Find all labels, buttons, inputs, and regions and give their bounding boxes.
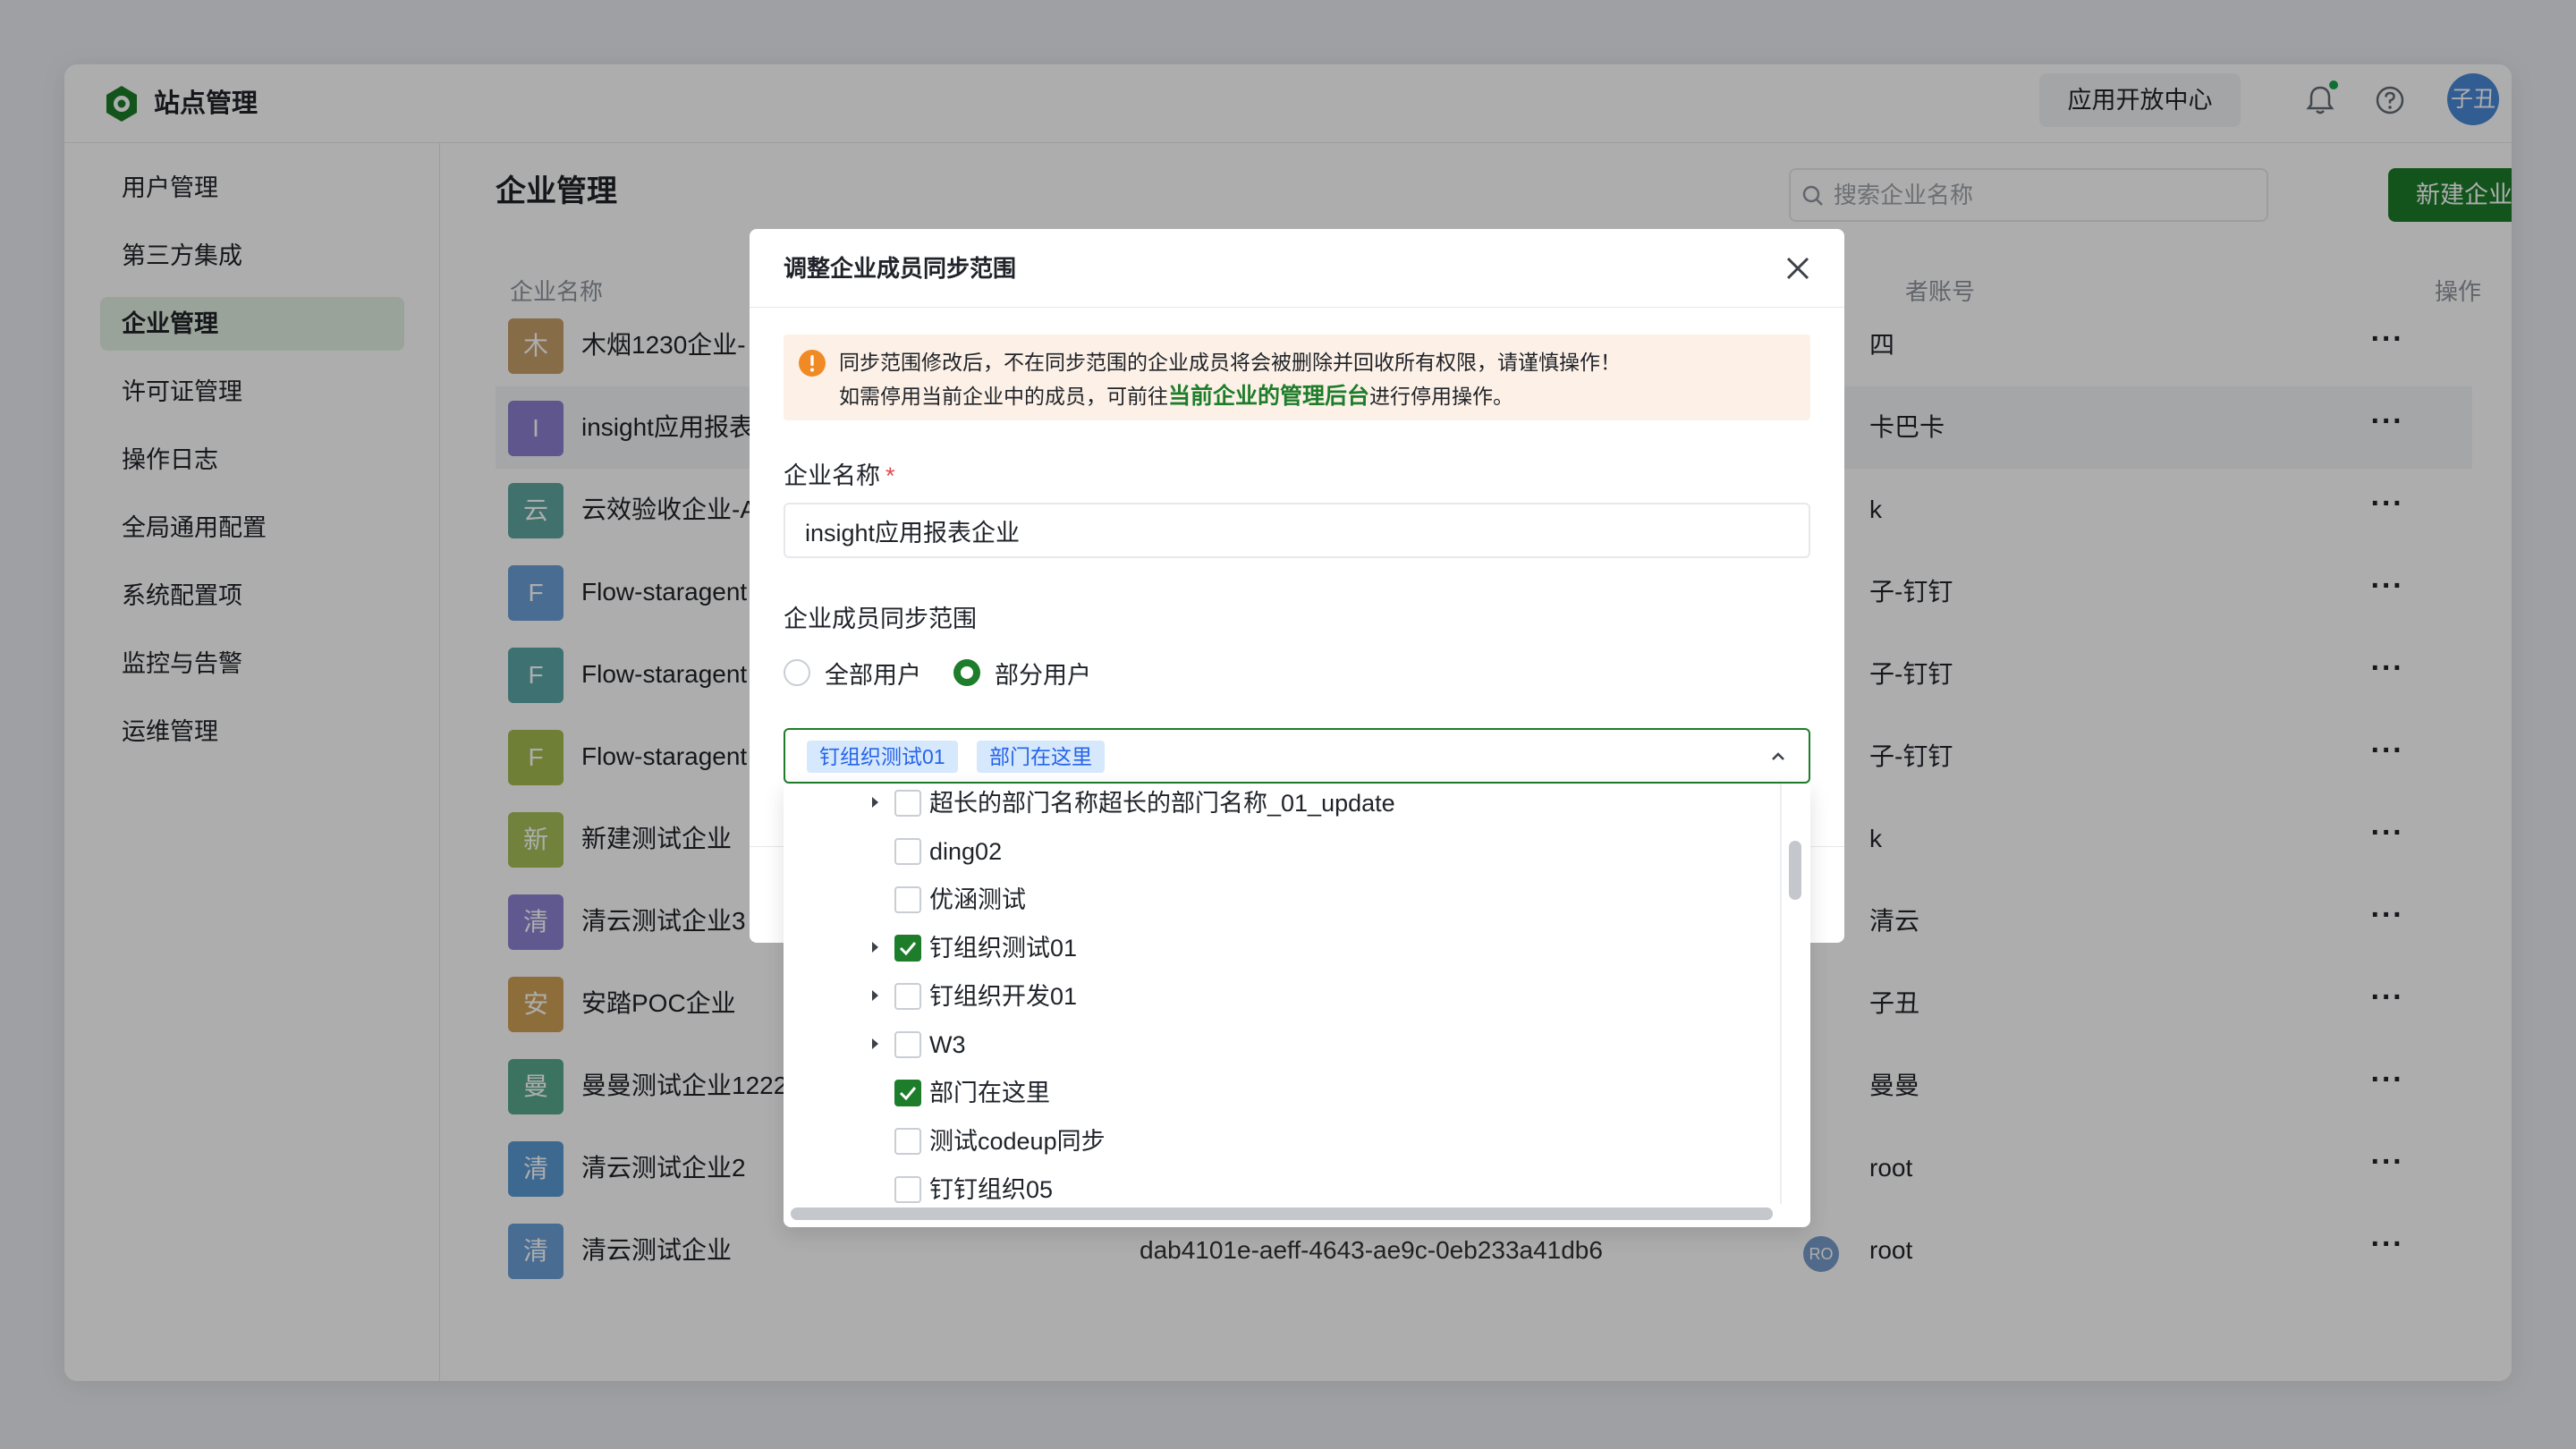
- tree-checkbox[interactable]: [894, 1176, 921, 1203]
- department-tree-dropdown: 超长的部门名称超长的部门名称_01_update ding02 优涵测试 钉组织…: [784, 784, 1810, 1227]
- chevron-up-icon[interactable]: [1767, 746, 1789, 767]
- tree-node-label: 优涵测试: [929, 886, 1026, 913]
- radio-circle[interactable]: [784, 659, 810, 686]
- alert-hint-prefix: 如需停用当前企业中的成员，可前往: [839, 385, 1168, 408]
- check-icon: [899, 1087, 917, 1101]
- sync-scope-label: 企业成员同步范围: [784, 606, 977, 632]
- tree-checkbox-checked[interactable]: [894, 935, 921, 962]
- radio-all-users[interactable]: 全部用户: [784, 655, 921, 691]
- admin-console-link[interactable]: 当前企业的管理后台: [1168, 384, 1369, 409]
- tree-node-label: ding02: [929, 838, 1003, 865]
- radio-label: 全部用户: [825, 661, 921, 689]
- tree-node-label: 钉组织开发01: [929, 983, 1078, 1010]
- vertical-scrollbar[interactable]: [1789, 841, 1801, 900]
- tree-node[interactable]: ding02: [784, 827, 1785, 876]
- selected-tag[interactable]: 钉组织测试01: [807, 741, 958, 773]
- alert-hint-suffix: 进行停用操作。: [1369, 385, 1514, 408]
- modal-title: 调整企业成员同步范围: [784, 255, 1017, 282]
- tree-node[interactable]: 部门在这里: [784, 1069, 1785, 1117]
- tree-node[interactable]: W3: [784, 1021, 1785, 1069]
- horizontal-scrollbar[interactable]: [791, 1208, 1773, 1220]
- modal-header: 调整企业成员同步范围: [750, 229, 1844, 308]
- selected-tag[interactable]: 部门在这里: [977, 741, 1105, 773]
- tree-checkbox[interactable]: [894, 790, 921, 817]
- alert-message: 同步范围修改后，不在同步范围的企业成员将会被删除并回收所有权限，请谨慎操作！: [839, 351, 1621, 374]
- tree-node[interactable]: 测试codeup同步: [784, 1117, 1785, 1165]
- enterprise-name-label: 企业名称 *: [784, 458, 895, 494]
- tree-node-label: 测试codeup同步: [929, 1128, 1106, 1155]
- warning-icon: [799, 350, 826, 377]
- tree-checkbox[interactable]: [894, 1128, 921, 1155]
- radio-label: 部分用户: [995, 661, 1091, 689]
- tree-checkbox[interactable]: [894, 1031, 921, 1058]
- department-select[interactable]: 钉组织测试01 部门在这里: [784, 728, 1810, 784]
- caret-right-icon[interactable]: [866, 987, 884, 1004]
- vertical-scrollbar-track: [1780, 784, 1782, 1204]
- tree-node[interactable]: 优涵测试: [784, 876, 1785, 924]
- caret-right-icon[interactable]: [866, 793, 884, 811]
- tree-node-label: 部门在这里: [929, 1080, 1050, 1106]
- tree-checkbox[interactable]: [894, 838, 921, 865]
- warning-alert: 同步范围修改后，不在同步范围的企业成员将会被删除并回收所有权限，请谨慎操作！ 如…: [784, 335, 1810, 420]
- tree-node[interactable]: 钉组织开发01: [784, 972, 1785, 1021]
- radio-partial-users[interactable]: 部分用户: [953, 655, 1091, 691]
- enterprise-name-input[interactable]: [784, 503, 1810, 558]
- caret-right-icon[interactable]: [866, 1035, 884, 1053]
- tree-node-label: 钉组织测试01: [929, 935, 1078, 962]
- tree-node[interactable]: 钉组织测试01: [784, 924, 1785, 972]
- tree-node-label: W3: [929, 1031, 966, 1058]
- tree-node-label: 钉钉组织05: [929, 1176, 1054, 1203]
- tree-checkbox[interactable]: [894, 983, 921, 1010]
- enterprise-name-label-text: 企业名称: [784, 462, 880, 489]
- tree-node[interactable]: 钉钉组织05: [784, 1165, 1785, 1214]
- radio-circle-selected[interactable]: [953, 659, 980, 686]
- tree-checkbox-checked[interactable]: [894, 1080, 921, 1106]
- tree-node-label: 超长的部门名称超长的部门名称_01_update: [929, 790, 1395, 817]
- caret-right-icon[interactable]: [866, 938, 884, 956]
- alert-hint: 如需停用当前企业中的成员，可前往当前企业的管理后台进行停用操作。: [839, 381, 1513, 411]
- check-icon: [899, 942, 917, 956]
- tree-node[interactable]: 超长的部门名称超长的部门名称_01_update: [784, 784, 1785, 827]
- close-icon[interactable]: [1778, 249, 1818, 288]
- required-mark: *: [886, 462, 895, 489]
- tree-checkbox[interactable]: [894, 886, 921, 913]
